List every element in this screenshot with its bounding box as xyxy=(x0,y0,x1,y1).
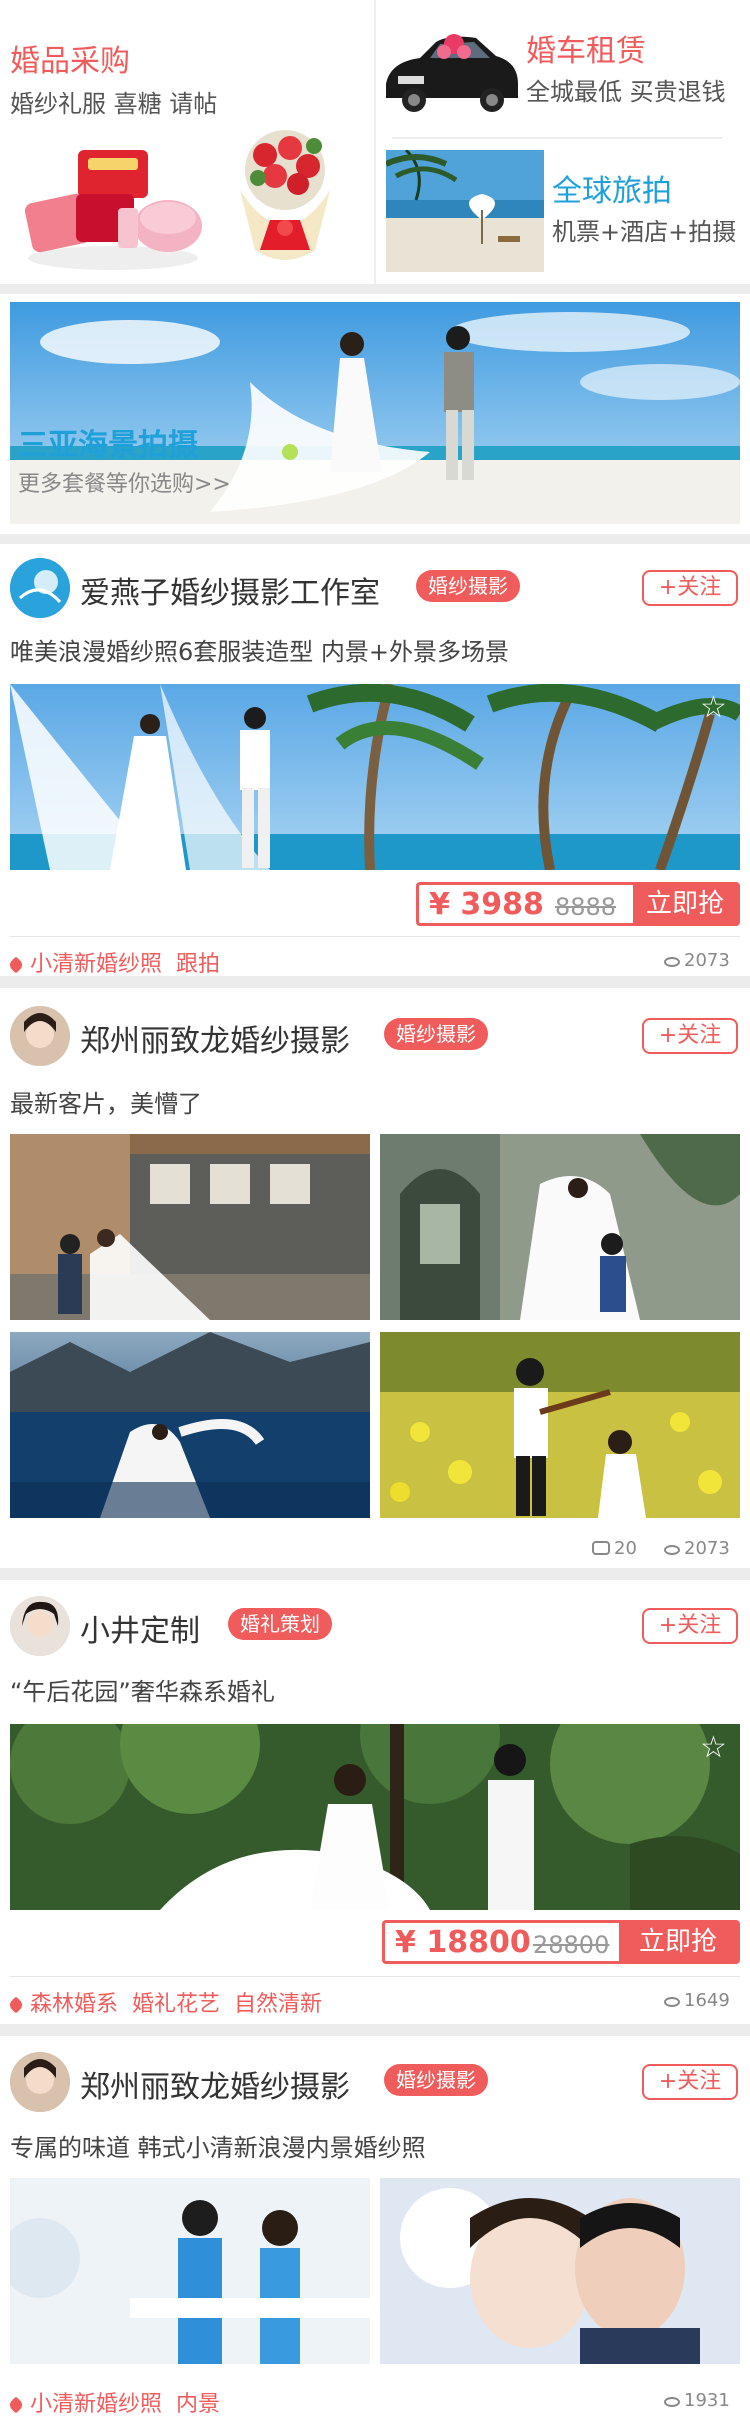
price-bar[interactable]: ¥ 18800 28800 立即抢 xyxy=(382,1920,740,1964)
tag-icon xyxy=(7,2396,25,2414)
bouquet-image xyxy=(220,110,350,278)
studio-name[interactable]: 爱燕子婚纱摄影工作室 xyxy=(80,568,380,612)
section-gap xyxy=(0,1568,750,1580)
post-image[interactable] xyxy=(10,1332,370,1518)
divider xyxy=(10,936,740,937)
eye-icon xyxy=(664,957,680,967)
post-tag[interactable]: 小清新婚纱照 xyxy=(30,2392,162,2417)
eye-icon xyxy=(664,2397,680,2407)
post-tags: 小清新婚纱照 内景 xyxy=(7,2386,234,2418)
post-tag[interactable]: 森林婚系 xyxy=(30,1992,118,2017)
price-bar[interactable]: ¥ 3988 8888 立即抢 xyxy=(416,882,740,926)
wedding-car-image xyxy=(380,22,522,118)
post-card: 郑州丽致龙婚纱摄影 婚纱摄影 +关注 最新客片，美懵了 20 2073 xyxy=(0,988,750,1568)
promo-banner[interactable]: 三亚海景拍摄 更多套餐等你选购>> xyxy=(10,302,740,524)
comment-icon xyxy=(592,1541,610,1555)
category-tag: 婚纱摄影 xyxy=(384,1018,488,1050)
eye-icon xyxy=(664,1545,680,1555)
buy-now-button[interactable]: 立即抢 xyxy=(619,1923,737,1961)
post-image[interactable] xyxy=(10,2178,370,2364)
comment-count[interactable]: 20 xyxy=(592,1538,637,1559)
star-icon[interactable]: ☆ xyxy=(700,690,727,725)
post-tag[interactable]: 自然清新 xyxy=(234,1992,322,2017)
post-description: “午后花园”奢华森系婚礼 xyxy=(10,1678,275,1706)
page: 婚品采购 婚纱礼服 喜糖 请帖 婚车租赁 全城最低 买贵退钱 全球旅拍 机票+酒… xyxy=(0,0,750,2420)
category-title: 全球旅拍 xyxy=(552,174,672,209)
post-image[interactable] xyxy=(10,1134,370,1320)
avatar[interactable] xyxy=(10,1006,70,1066)
tag-icon xyxy=(7,956,25,974)
category-tag: 婚礼策划 xyxy=(228,1608,332,1640)
follow-button[interactable]: +关注 xyxy=(642,1018,738,1054)
studio-name[interactable]: 郑州丽致龙婚纱摄影 xyxy=(80,1016,350,1060)
divider xyxy=(374,0,376,284)
avatar[interactable] xyxy=(10,558,70,618)
avatar[interactable] xyxy=(10,2052,70,2112)
post-image[interactable] xyxy=(380,2178,740,2364)
view-count: 2073 xyxy=(664,950,730,971)
avatar[interactable] xyxy=(10,1596,70,1656)
post-tag[interactable]: 跟拍 xyxy=(176,952,220,977)
category-tag: 婚纱摄影 xyxy=(416,570,520,602)
banner-title: 三亚海景拍摄 xyxy=(18,428,198,463)
category-tag: 婚纱摄影 xyxy=(384,2064,488,2096)
beach-image xyxy=(386,150,544,272)
sale-price: ¥ 3988 xyxy=(429,887,544,922)
post-card: 爱燕子婚纱摄影工作室 婚纱摄影 +关注 唯美浪漫婚纱照6套服装造型 内景+外景多… xyxy=(0,544,750,978)
category-block: 婚品采购 婚纱礼服 喜糖 请帖 婚车租赁 全城最低 买贵退钱 全球旅拍 机票+酒… xyxy=(0,0,750,284)
follow-button[interactable]: +关注 xyxy=(642,2064,738,2100)
follow-button[interactable]: +关注 xyxy=(642,570,738,606)
section-gap xyxy=(0,976,750,988)
sale-price: ¥ 18800 xyxy=(395,1925,531,1960)
post-image[interactable]: ☆ xyxy=(10,684,740,870)
post-tag[interactable]: 婚礼花艺 xyxy=(132,1992,220,2017)
banner-subtitle: 更多套餐等你选购>> xyxy=(18,472,231,497)
view-count: 1649 xyxy=(664,1990,730,2011)
post-image[interactable] xyxy=(380,1134,740,1320)
eye-icon xyxy=(664,1997,680,2007)
post-tags: 小清新婚纱照 跟拍 xyxy=(7,946,234,978)
section-gap xyxy=(0,534,750,544)
post-description: 最新客片，美懵了 xyxy=(10,1090,202,1118)
divider xyxy=(10,1976,740,1977)
follow-button[interactable]: +关注 xyxy=(642,1608,738,1644)
tag-icon xyxy=(7,1996,25,2014)
post-image[interactable] xyxy=(380,1332,740,1518)
section-gap xyxy=(0,2024,750,2036)
view-count: 1931 xyxy=(664,2390,730,2411)
post-description: 唯美浪漫婚纱照6套服装造型 内景+外景多场景 xyxy=(10,638,510,666)
post-image[interactable]: ☆ xyxy=(10,1724,740,1910)
view-count: 2073 xyxy=(664,1538,730,1559)
candy-box-image xyxy=(18,138,208,274)
category-subtitle: 机票+酒店+拍摄 xyxy=(552,218,737,246)
post-tag[interactable]: 内景 xyxy=(176,2392,220,2417)
post-card: 小井定制 婚礼策划 +关注 “午后花园”奢华森系婚礼 ☆ ¥ 18800 288… xyxy=(0,1580,750,2024)
original-price: 8888 xyxy=(555,893,617,921)
studio-name[interactable]: 小井定制 xyxy=(80,1606,200,1650)
post-description: 专属的味道 韩式小清新浪漫内景婚纱照 xyxy=(10,2134,426,2162)
original-price: 28800 xyxy=(533,1931,610,1959)
divider xyxy=(392,137,722,139)
buy-now-button[interactable]: 立即抢 xyxy=(633,885,737,923)
category-title: 婚车租赁 xyxy=(526,34,646,69)
post-tags: 森林婚系 婚礼花艺 自然清新 xyxy=(7,1986,336,2018)
category-subtitle: 婚纱礼服 喜糖 请帖 xyxy=(10,90,218,118)
post-card: 郑州丽致龙婚纱摄影 婚纱摄影 +关注 专属的味道 韩式小清新浪漫内景婚纱照 小清… xyxy=(0,2036,750,2420)
post-tag[interactable]: 小清新婚纱照 xyxy=(30,952,162,977)
studio-name[interactable]: 郑州丽致龙婚纱摄影 xyxy=(80,2062,350,2106)
category-subtitle: 全城最低 买贵退钱 xyxy=(526,78,726,106)
category-title: 婚品采购 xyxy=(10,44,130,79)
star-icon[interactable]: ☆ xyxy=(700,1730,727,1765)
